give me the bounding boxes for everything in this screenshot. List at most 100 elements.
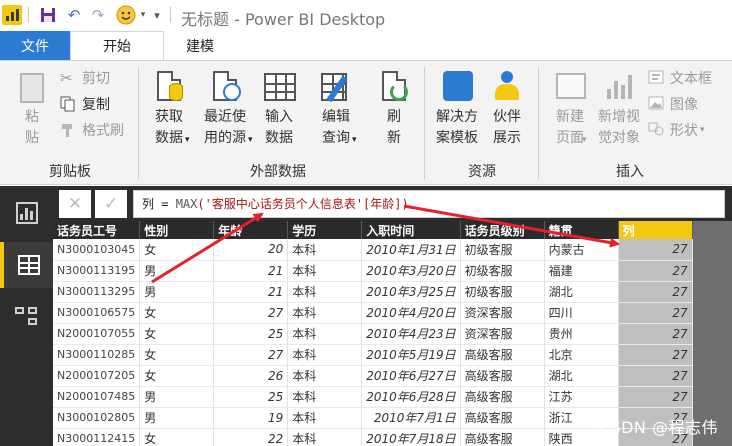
table-cell[interactable]: 本科 [287, 239, 363, 261]
table-cell[interactable]: 20 [213, 239, 289, 261]
column-header[interactable]: 入职时间 [361, 221, 461, 239]
image-button[interactable]: 图像 [648, 93, 698, 115]
table-cell[interactable]: 本科 [287, 344, 363, 366]
table-cell[interactable]: 湖北 [544, 365, 619, 387]
new-visual-button[interactable]: 新增视 觉对象 [594, 69, 644, 149]
table-cell[interactable]: 女 [139, 365, 215, 387]
table-cell[interactable]: 本科 [287, 407, 363, 429]
tab-home[interactable]: 开始 [70, 31, 164, 60]
table-cell[interactable]: 本科 [287, 323, 363, 345]
table-cell[interactable]: 初级客服 [460, 281, 545, 303]
table-cell[interactable]: 高级客服 [460, 365, 545, 387]
table-cell[interactable]: N3000103045 [53, 239, 141, 261]
table-cell[interactable]: 高级客服 [460, 428, 545, 446]
table-cell[interactable]: 北京 [544, 344, 619, 366]
table-cell[interactable]: 初级客服 [460, 239, 545, 261]
smiley-feedback-icon[interactable] [114, 5, 138, 25]
table-row[interactable]: N2000107055 女 25 本科 2010年4月23日 资深客服 贵州 27 [53, 323, 693, 345]
checkmark-icon[interactable]: ✓ [95, 190, 127, 218]
table-cell[interactable]: 27 [618, 302, 693, 324]
table-row[interactable]: N3000106575 女 27 本科 2010年4月20日 资深客服 四川 27 [53, 302, 693, 324]
table-cell[interactable]: 本科 [287, 260, 363, 282]
chevron-down-icon[interactable]: ▾ [138, 5, 148, 25]
table-cell[interactable]: 2010年7月1日 [361, 407, 461, 429]
table-cell[interactable]: 江苏 [544, 386, 619, 408]
table-cell[interactable]: 27 [618, 386, 693, 408]
copy-button[interactable]: 复制 [60, 93, 110, 115]
table-cell[interactable]: 22 [213, 428, 289, 446]
refresh-button[interactable]: 刷 新 [376, 69, 412, 149]
table-cell[interactable]: 2010年3月25日 [361, 281, 461, 303]
column-header[interactable]: 籍贯 [544, 221, 619, 239]
data-view-button[interactable] [0, 242, 53, 288]
table-cell[interactable]: 四川 [544, 302, 619, 324]
table-cell[interactable]: N3000113195 [53, 260, 141, 282]
table-cell[interactable]: 27 [618, 344, 693, 366]
table-cell[interactable]: 高级客服 [460, 344, 545, 366]
table-cell[interactable]: 男 [139, 281, 215, 303]
table-cell[interactable]: N2000107485 [53, 386, 141, 408]
formula-input[interactable]: 列 = MAX('客服中心话务员个人信息表'[年龄]) [133, 190, 725, 218]
table-cell[interactable]: 27 [213, 302, 289, 324]
chevron-down-icon[interactable]: ▾ [248, 135, 253, 145]
table-cell[interactable]: 本科 [287, 302, 363, 324]
table-cell[interactable]: 27 [618, 281, 693, 303]
table-cell[interactable]: 2010年6月27日 [361, 365, 461, 387]
table-cell[interactable]: 2010年1月31日 [361, 239, 461, 261]
table-cell[interactable]: 25 [213, 323, 289, 345]
tab-file[interactable]: 文件 [0, 31, 70, 60]
close-icon[interactable]: ✕ [59, 190, 91, 218]
table-cell[interactable]: N3000106575 [53, 302, 141, 324]
table-cell[interactable]: 27 [213, 344, 289, 366]
table-cell[interactable]: 25 [213, 386, 289, 408]
table-cell[interactable]: 女 [139, 323, 215, 345]
table-row[interactable]: N3000103045 女 20 本科 2010年1月31日 初级客服 内蒙古 27 [53, 239, 693, 261]
table-cell[interactable]: 初级客服 [460, 260, 545, 282]
table-cell[interactable]: 男 [139, 407, 215, 429]
table-cell[interactable]: 资深客服 [460, 302, 545, 324]
column-header[interactable]: 话务员工号 [53, 221, 141, 239]
recent-sources-button[interactable]: 最近使 用的源 [196, 69, 254, 149]
table-cell[interactable]: 2010年4月23日 [361, 323, 461, 345]
chevron-down-icon[interactable]: ▾ [185, 135, 190, 145]
table-cell[interactable]: 女 [139, 428, 215, 446]
table-cell[interactable]: 女 [139, 302, 215, 324]
table-row[interactable]: N3000112415 女 22 本科 2010年7月18日 高级客服 陕西 27 [53, 428, 693, 446]
table-cell[interactable]: 27 [618, 239, 693, 261]
table-cell[interactable]: 2010年6月28日 [361, 386, 461, 408]
customize-toolbar-icon[interactable]: ▾ [150, 5, 164, 25]
table-cell[interactable]: 21 [213, 281, 289, 303]
table-cell[interactable]: 27 [618, 365, 693, 387]
table-row[interactable]: N2000107485 男 25 本科 2010年6月28日 高级客服 江苏 27 [53, 386, 693, 408]
table-cell[interactable]: 女 [139, 239, 215, 261]
table-cell[interactable]: 本科 [287, 281, 363, 303]
table-cell[interactable]: 2010年7月18日 [361, 428, 461, 446]
report-view-button[interactable] [0, 190, 53, 236]
tab-modeling[interactable]: 建模 [164, 31, 236, 60]
table-cell[interactable]: 本科 [287, 428, 363, 446]
column-header[interactable]: 列 [618, 221, 693, 239]
table-cell[interactable]: N2000107205 [53, 365, 141, 387]
table-cell[interactable]: N2000107055 [53, 323, 141, 345]
shapes-button[interactable]: 形状 ▾ [648, 119, 705, 141]
table-cell[interactable]: 高级客服 [460, 407, 545, 429]
table-cell[interactable]: 本科 [287, 386, 363, 408]
table-cell[interactable]: 福建 [544, 260, 619, 282]
column-header[interactable]: 学历 [287, 221, 363, 239]
table-cell[interactable]: 贵州 [544, 323, 619, 345]
column-header[interactable]: 话务员级别 [460, 221, 545, 239]
enter-data-button[interactable]: 输入 数据 [258, 69, 300, 149]
table-cell[interactable]: 27 [618, 323, 693, 345]
table-cell[interactable]: 女 [139, 344, 215, 366]
chevron-down-icon[interactable]: ▾ [582, 135, 587, 145]
solution-templates-button[interactable]: 解决方 案模板 [432, 69, 482, 149]
table-cell[interactable]: 26 [213, 365, 289, 387]
table-cell[interactable]: 19 [213, 407, 289, 429]
table-cell[interactable]: 男 [139, 386, 215, 408]
table-row[interactable]: N3000113195 男 21 本科 2010年3月20日 初级客服 福建 27 [53, 260, 693, 282]
relationships-view-button[interactable] [0, 294, 53, 340]
table-cell[interactable]: 高级客服 [460, 386, 545, 408]
table-cell[interactable]: N3000112415 [53, 428, 141, 446]
table-cell[interactable]: 内蒙古 [544, 239, 619, 261]
table-cell[interactable]: 2010年4月20日 [361, 302, 461, 324]
